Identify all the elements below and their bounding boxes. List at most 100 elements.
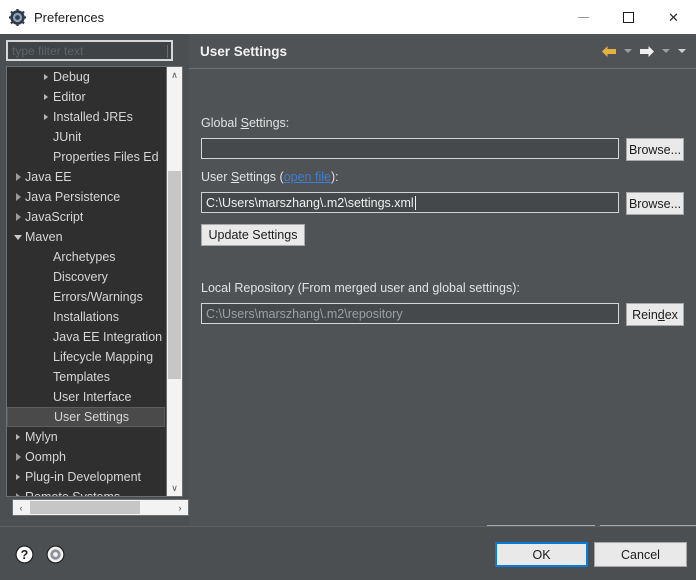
tree-item-label: Mylyn xyxy=(25,430,58,444)
tree-item[interactable]: Java EE Integration xyxy=(7,327,167,347)
tree-item-selected[interactable]: User Settings xyxy=(7,407,165,427)
scroll-left-icon[interactable]: ‹ xyxy=(13,500,29,515)
tree-list: Debug Editor Installed JREs JUnit Properties… xyxy=(7,67,167,496)
chevron-right-icon[interactable] xyxy=(11,173,25,181)
open-settings-file-link[interactable]: open file xyxy=(284,170,331,184)
local-repository-value: C:\Users\marszhang\.m2\repository xyxy=(206,306,403,321)
filter-placeholder: type filter text xyxy=(12,43,84,58)
tree-item[interactable]: Errors/Warnings xyxy=(7,287,167,307)
chevron-right-icon[interactable] xyxy=(11,434,25,440)
tree-item[interactable]: JUnit xyxy=(7,127,167,147)
tree-item-label: Remote Systems xyxy=(25,490,121,497)
text-caret xyxy=(414,195,416,210)
tree-item[interactable]: Remote Systems xyxy=(7,487,167,497)
panel-nav-toolbar xyxy=(599,42,688,61)
tree-vertical-scrollbar[interactable]: ∧ ∨ xyxy=(166,67,182,496)
horizontal-scroll-thumb[interactable] xyxy=(30,501,140,514)
tree-item[interactable]: Discovery xyxy=(7,267,167,287)
tree-item[interactable]: Java Persistence xyxy=(7,187,167,207)
help-question-icon[interactable]: ? xyxy=(15,545,34,564)
global-settings-browse-button[interactable]: Browse... xyxy=(626,138,684,161)
preferences-gear-icon xyxy=(8,8,26,26)
tree-horizontal-scrollbar[interactable]: ‹ › xyxy=(12,499,189,516)
page-title: User Settings xyxy=(200,43,288,59)
chevron-right-icon[interactable] xyxy=(11,193,25,201)
close-button[interactable]: ✕ xyxy=(651,0,696,34)
maximize-icon xyxy=(623,11,634,23)
preferences-dialog: Preferences ✕ type filter text Debug Edit… xyxy=(0,0,696,580)
scroll-right-icon[interactable]: › xyxy=(172,500,188,515)
chevron-right-icon[interactable] xyxy=(39,94,53,100)
tree-item-label: Errors/Warnings xyxy=(53,290,143,304)
window-title: Preferences xyxy=(34,9,105,25)
chevron-right-icon[interactable] xyxy=(39,74,53,80)
tree-item[interactable]: Java EE xyxy=(7,167,167,187)
tree-item[interactable]: Editor xyxy=(7,87,167,107)
tree-item-label: Installations xyxy=(53,310,120,324)
dialog-body: type filter text Debug Editor Installed JR… xyxy=(0,34,696,549)
user-settings-browse-button[interactable]: Browse... xyxy=(626,192,684,215)
chevron-right-icon[interactable] xyxy=(11,453,25,461)
maximize-button[interactable] xyxy=(606,0,651,34)
tree-item-label: Maven xyxy=(25,230,63,244)
forward-arrow-icon[interactable] xyxy=(637,42,656,61)
tree-item[interactable]: Templates xyxy=(7,367,167,387)
local-repository-label: Local Repository (From merged user and g… xyxy=(201,281,520,295)
view-menu-chevron-down-icon[interactable] xyxy=(675,42,688,61)
tree-item-label: Lifecycle Mapping xyxy=(53,350,154,364)
settings-panel: User Settings Global Settings: Browse...… xyxy=(189,34,696,549)
chevron-right-icon[interactable] xyxy=(11,474,25,480)
minimize-icon xyxy=(578,16,589,18)
tree-item[interactable]: Debug xyxy=(7,67,167,87)
tree-item[interactable]: Installed JREs xyxy=(7,107,167,127)
preferences-tree[interactable]: Debug Editor Installed JREs JUnit Properties… xyxy=(6,66,183,497)
cancel-button[interactable]: Cancel xyxy=(594,542,687,567)
panel-header: User Settings xyxy=(189,34,696,68)
minimize-button[interactable] xyxy=(561,0,606,34)
tree-item-label: User Interface xyxy=(53,390,132,404)
user-settings-input[interactable]: C:\Users\marszhang\.m2\settings.xml xyxy=(201,192,619,213)
tree-item[interactable]: Installations xyxy=(7,307,167,327)
tree-item[interactable]: Archetypes xyxy=(7,247,167,267)
tree-item-label: Properties Files Ed xyxy=(53,150,159,164)
back-arrow-icon[interactable] xyxy=(599,42,618,61)
tree-item[interactable]: Plug-in Development xyxy=(7,467,167,487)
close-icon: ✕ xyxy=(668,9,679,25)
window-controls: ✕ xyxy=(561,0,696,34)
tree-item[interactable]: JavaScript xyxy=(7,207,167,227)
chevron-right-icon[interactable] xyxy=(39,114,53,120)
tree-item[interactable]: Maven xyxy=(7,227,167,247)
tree-item[interactable]: Properties Files Ed xyxy=(7,147,167,167)
tree-item[interactable]: Oomph xyxy=(7,447,167,467)
reindex-button[interactable]: Rein d ex xyxy=(626,303,684,326)
scroll-up-icon[interactable]: ∧ xyxy=(167,67,182,83)
tree-item-label: Templates xyxy=(53,370,110,384)
filter-input[interactable]: type filter text xyxy=(6,40,173,61)
tree-item-label: JUnit xyxy=(53,130,82,144)
ok-button[interactable]: OK xyxy=(495,542,588,567)
chevron-right-icon[interactable] xyxy=(11,493,25,496)
global-settings-label: Global Settings: xyxy=(201,116,290,130)
navigation-column: type filter text Debug Editor Installed JR… xyxy=(6,40,189,520)
dialog-footer: ? OK Cancel xyxy=(0,526,696,580)
gear-icon[interactable] xyxy=(46,545,65,564)
tree-item[interactable]: User Interface xyxy=(7,387,167,407)
tree-item-label: Installed JREs xyxy=(53,110,133,124)
forward-menu-chevron-down-icon[interactable] xyxy=(659,42,672,61)
tree-item[interactable]: Lifecycle Mapping xyxy=(7,347,167,367)
user-settings-value: C:\Users\marszhang\.m2\settings.xml xyxy=(206,195,414,210)
tree-item-label: Debug xyxy=(53,70,90,84)
tree-item-label: Editor xyxy=(53,90,86,104)
svg-text:?: ? xyxy=(21,548,29,562)
tree-item[interactable]: Mylyn xyxy=(7,427,167,447)
scroll-down-icon[interactable]: ∨ xyxy=(167,480,182,496)
vertical-scroll-thumb[interactable] xyxy=(168,171,181,379)
update-settings-button[interactable]: Update Settings xyxy=(201,224,305,246)
tree-item-label: Java EE Integration xyxy=(53,330,163,344)
chevron-right-icon[interactable] xyxy=(11,213,25,221)
global-settings-input[interactable] xyxy=(201,138,619,159)
title-bar: Preferences ✕ xyxy=(0,0,696,34)
back-menu-chevron-down-icon[interactable] xyxy=(621,42,634,61)
panel-content: Global Settings: Browse... User Settings… xyxy=(189,69,696,549)
chevron-down-icon[interactable] xyxy=(11,234,25,240)
